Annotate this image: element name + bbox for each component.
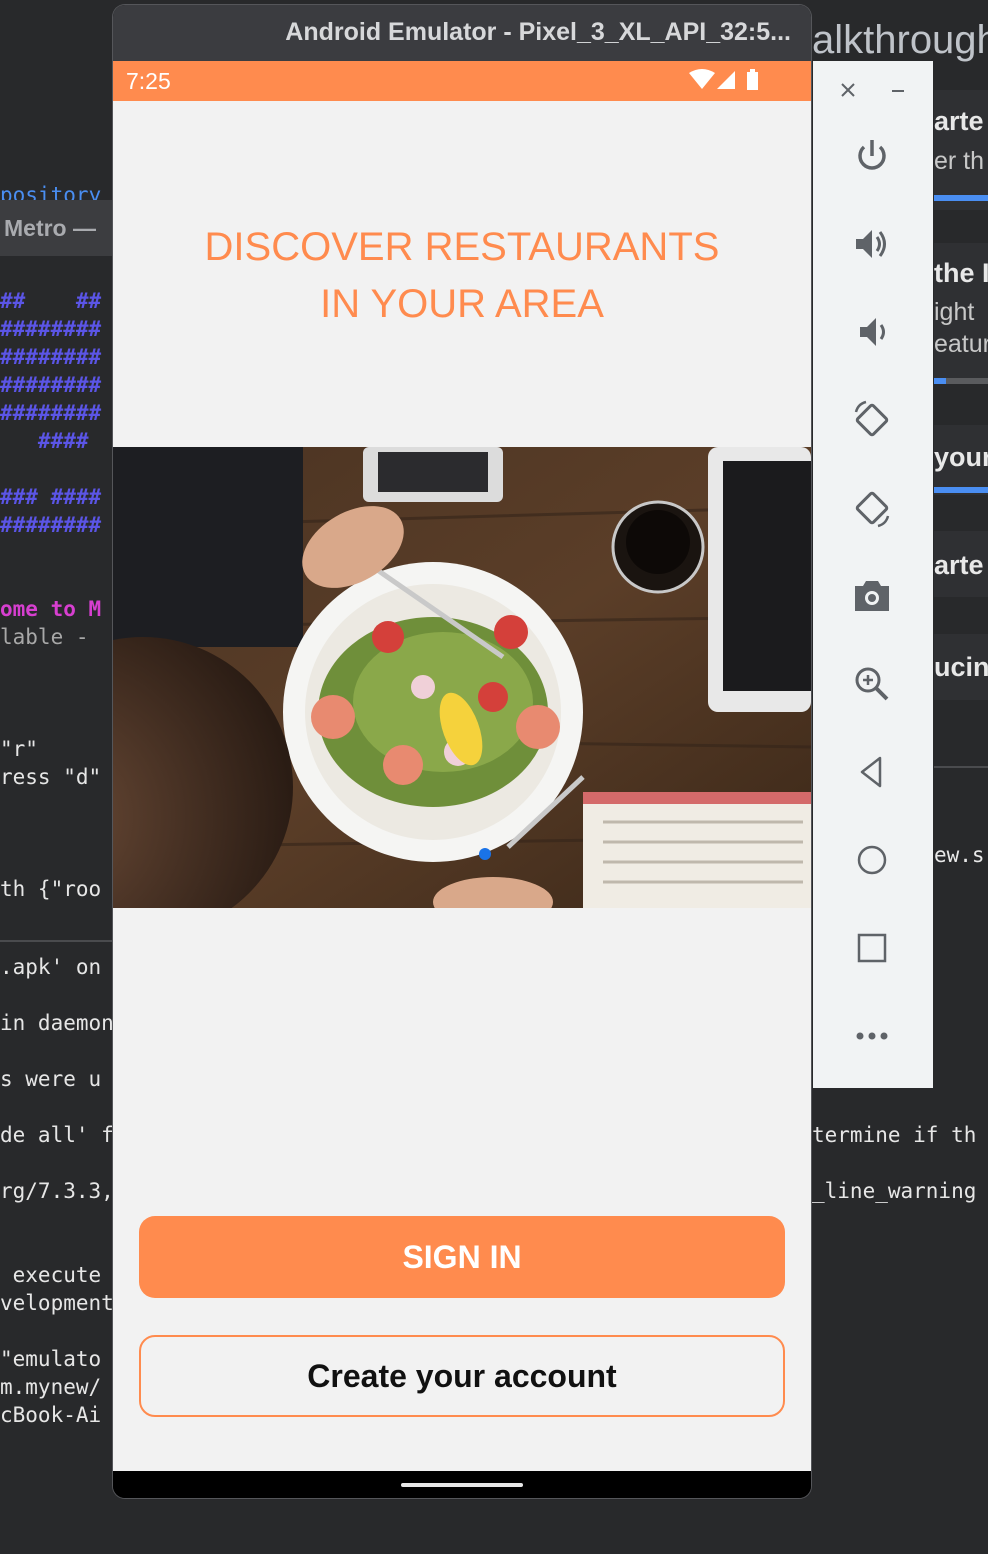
headline: DISCOVER RESTAURANTS IN YOUR AREA	[113, 219, 811, 333]
emulator-toolbar	[813, 61, 933, 1088]
back-icon[interactable]	[841, 741, 903, 803]
doc-progress-track	[946, 378, 988, 384]
terminal-determine: termine if th	[812, 1123, 977, 1147]
terminal-hash-row: ########	[0, 317, 102, 341]
emulator-window: Android Emulator - Pixel_3_XL_API_32:5..…	[113, 5, 811, 1498]
terminal-welcome: ome to M	[0, 597, 102, 621]
terminal-apk: .apk' on	[0, 955, 102, 979]
rotate-right-icon[interactable]	[841, 477, 903, 539]
terminal-rg: rg/7.3.3,	[0, 1179, 114, 1203]
doc-text-started2[interactable]: arte	[934, 550, 984, 581]
doc-progress	[934, 487, 988, 493]
terminal-r-key: "r"	[0, 737, 38, 761]
home-gesture-handle[interactable]	[401, 1483, 523, 1487]
terminal-macbook: cBook-Ai	[0, 1403, 102, 1427]
volume-down-icon[interactable]	[841, 301, 903, 363]
doc-text-your[interactable]: your	[934, 442, 988, 473]
doc-progress	[934, 378, 946, 384]
terminal-line-warning: _line_warning	[812, 1179, 977, 1203]
doc-text-introducing[interactable]: ucing	[934, 652, 988, 683]
rotate-left-icon[interactable]	[841, 389, 903, 451]
terminal-executed: execute	[0, 1263, 102, 1287]
close-icon[interactable]	[833, 75, 863, 105]
doc-divider	[934, 766, 988, 768]
terminal-hash-row: ########	[0, 345, 102, 369]
emulator-title[interactable]: Android Emulator - Pixel_3_XL_API_32:5..…	[113, 5, 811, 61]
minimize-icon[interactable]	[883, 75, 913, 105]
app-screen: DISCOVER RESTAURANTS IN YOUR AREA SIGN I…	[113, 101, 811, 1471]
terminal-mynew: m.mynew/	[0, 1375, 102, 1399]
metro-tab[interactable]: Metro —	[0, 200, 114, 256]
headline-line2: IN YOUR AREA	[320, 282, 604, 326]
terminal-hash-row: ####	[0, 429, 89, 453]
terminal-root: th {"roo	[0, 877, 102, 901]
signal-icon	[717, 71, 735, 89]
battery-icon	[747, 69, 758, 90]
zoom-icon[interactable]	[841, 653, 903, 715]
hero-image	[113, 447, 811, 908]
terminal-daemon: in daemon	[0, 1011, 114, 1035]
doc-text-under: er th	[934, 147, 985, 175]
more-icon[interactable]	[841, 1005, 903, 1067]
status-time: 7:25	[126, 68, 171, 94]
camera-icon[interactable]	[841, 565, 903, 627]
doc-text-view: ew.s	[934, 843, 985, 867]
power-icon[interactable]	[841, 125, 903, 187]
doc-text-feature: eatur	[934, 330, 988, 358]
gesture-nav-bar	[113, 1471, 811, 1498]
doc-text-right: ight	[934, 298, 975, 326]
headline-line1: DISCOVER RESTAURANTS	[204, 225, 720, 269]
terminal-divider	[0, 940, 112, 942]
terminal-emulator: "emulato	[0, 1347, 102, 1371]
status-icons	[687, 69, 767, 93]
doc-progress	[934, 195, 988, 201]
doc-text-started[interactable]: arte	[934, 106, 984, 137]
terminal-press-d: ress "d"	[0, 765, 102, 789]
docs-title: alkthrough	[812, 18, 988, 62]
terminal-were: s were u	[0, 1067, 102, 1091]
terminal-de-all: de all' f	[0, 1123, 114, 1147]
home-icon[interactable]	[841, 829, 903, 891]
wifi-icon	[689, 69, 715, 89]
sign-in-button[interactable]: SIGN IN	[139, 1216, 785, 1298]
terminal-available: lable -	[0, 625, 89, 649]
terminal-hash-row: ### ####	[0, 485, 102, 509]
doc-text-the[interactable]: the I	[934, 258, 988, 289]
terminal-development: velopment	[0, 1291, 114, 1315]
terminal-hash-row: ########	[0, 373, 102, 397]
terminal-hash-row: ########	[0, 401, 102, 425]
status-bar: 7:25	[113, 61, 811, 101]
terminal-hash-row: ########	[0, 513, 102, 537]
overview-icon[interactable]	[841, 917, 903, 979]
create-account-button[interactable]: Create your account	[139, 1335, 785, 1417]
terminal-hash-row: ## ##	[0, 289, 102, 313]
volume-up-icon[interactable]	[841, 213, 903, 275]
